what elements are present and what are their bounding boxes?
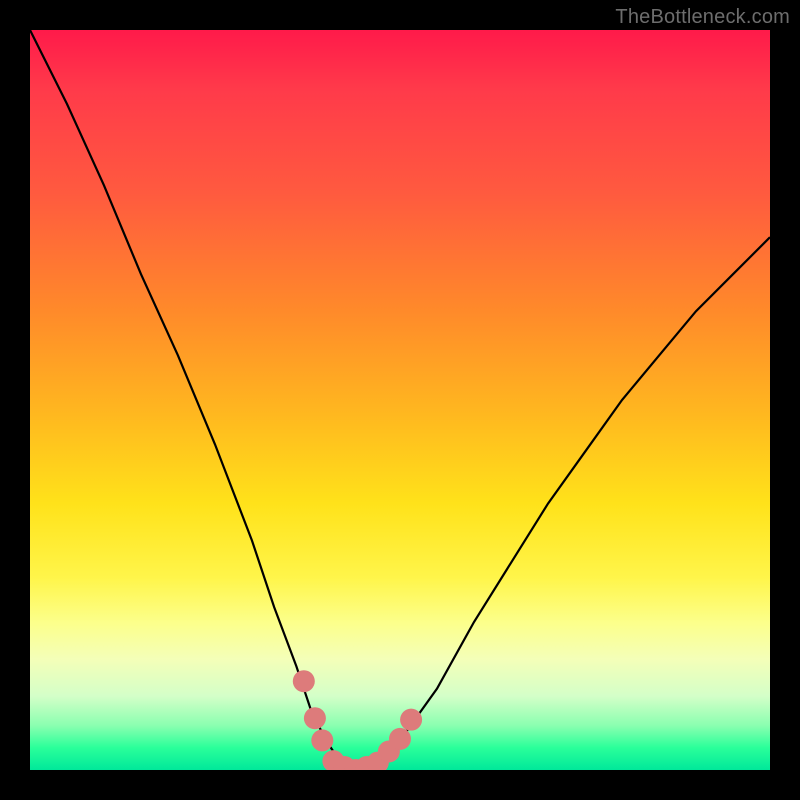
curve-marker [311, 729, 333, 751]
curve-marker [293, 670, 315, 692]
bottleneck-curve [30, 30, 770, 770]
curve-marker [389, 728, 411, 750]
curve-marker [400, 709, 422, 731]
app-frame: TheBottleneck.com [0, 0, 800, 800]
watermark-text: TheBottleneck.com [615, 6, 790, 29]
chart-svg [30, 30, 770, 770]
curve-marker [304, 707, 326, 729]
plot-area [30, 30, 770, 770]
marker-cluster [293, 670, 422, 770]
